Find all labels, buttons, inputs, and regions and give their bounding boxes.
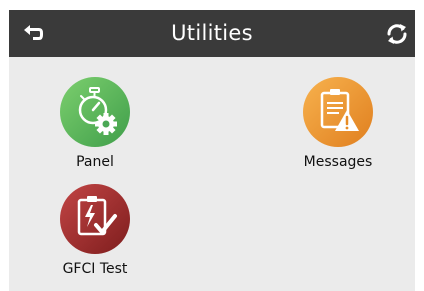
clipboard-lightning-check-icon — [60, 184, 130, 254]
tile-label-gfci-test: GFCI Test — [62, 261, 128, 277]
tile-label-messages: Messages — [303, 154, 373, 170]
tile-panel[interactable]: Panel — [45, 77, 145, 171]
refresh-button[interactable] — [383, 20, 411, 48]
stopwatch-gear-icon — [60, 77, 130, 147]
refresh-icon — [387, 24, 407, 44]
tile-gfci-test[interactable]: GFCI Test — [45, 184, 145, 278]
header-bar: Utilities — [9, 10, 415, 57]
back-arrow-icon — [24, 25, 43, 40]
back-button[interactable] — [19, 22, 47, 46]
tile-label-panel: Panel — [76, 154, 114, 170]
clipboard-warning-icon — [303, 77, 373, 147]
tile-messages[interactable]: Messages — [288, 77, 388, 171]
page-title: Utilities — [171, 21, 253, 45]
utilities-screen: Utilities Panel Messages GFCI Test — [9, 10, 415, 291]
